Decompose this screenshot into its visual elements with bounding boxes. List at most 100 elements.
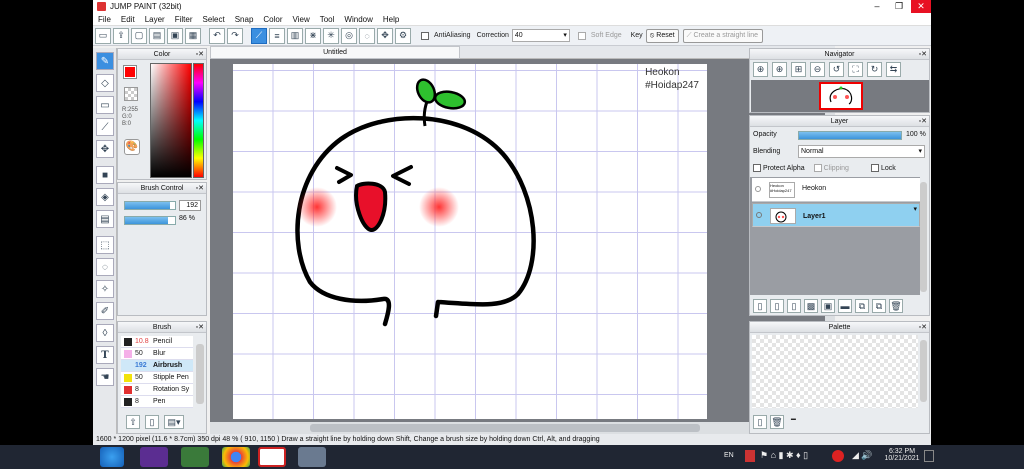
new-layer-icon[interactable]: ▯ [753,299,767,313]
notifications-icon[interactable] [924,450,934,462]
close-icon[interactable]: ▫✕ [919,322,927,333]
lasso-tool-icon[interactable]: ◌ [96,258,114,276]
canvas-horizontal-scrollbar[interactable] [210,422,825,434]
rectangle-tool-icon[interactable]: ▭ [96,96,114,114]
snap-crisscross-icon[interactable]: ▥ [287,27,303,44]
transparent-swatch[interactable] [124,87,138,101]
close-icon[interactable]: ▫✕ [196,322,204,333]
bucket-tool-icon[interactable]: ◈ [96,188,114,206]
brush-item[interactable]: 8 Pen [121,396,193,408]
text-tool-icon[interactable]: T [96,346,114,364]
tray-icons[interactable]: ⚑ ⌂ ▮ ✱ ♦ ▯ [760,450,808,461]
brush-item[interactable]: 10.8 Pencil [121,336,193,348]
duplicate-layer-icon[interactable]: ⧉ [855,299,869,313]
zoom-fit-icon[interactable]: ⊞ [791,62,806,77]
snap-circle-icon[interactable]: ◎ [341,27,357,44]
close-button[interactable]: ✕ [911,0,931,13]
select-pen-icon[interactable]: ✐ [96,302,114,320]
close-icon[interactable]: ▫✕ [196,49,204,60]
palette-swatches[interactable] [752,335,918,408]
layer-opacity-slider[interactable] [798,131,902,140]
palette-picker-icon[interactable]: 🎨 [124,139,140,155]
horizontal-scroll-thumb[interactable] [310,424,700,432]
snap-3d-icon[interactable]: ✥ [377,27,393,44]
snap-curve-icon[interactable]: ◌ [359,27,375,44]
straight-line-button[interactable]: ⟋ Create a straight line [682,28,763,43]
drawing-canvas[interactable]: Heokon #Hoidap247 [233,64,707,419]
blending-select[interactable]: Normal [798,145,925,158]
menu-edit[interactable]: Edit [116,15,140,24]
zoom-out-icon[interactable]: ⊖ [810,62,825,77]
redo-icon[interactable]: ↷ [227,27,243,44]
delete-palette-icon[interactable]: 🗑 [770,415,784,429]
image-layer-icon[interactable]: ▣ [821,299,835,313]
network-icon[interactable]: ◢ 🔊 [852,450,873,461]
app-green-icon[interactable] [181,447,209,467]
opera-icon[interactable] [832,450,844,462]
magic-wand-icon[interactable]: ✧ [96,280,114,298]
visual-studio-icon[interactable] [140,447,168,467]
brush-item[interactable]: 50 Stipple Pen [121,372,193,384]
new-tone-layer-icon[interactable]: ▯ [787,299,801,313]
layer-list-scrollbar[interactable] [920,182,927,292]
close-icon[interactable]: ▫✕ [919,49,927,60]
move-tool-icon[interactable]: ✥ [96,140,114,158]
primary-color-swatch[interactable] [123,65,137,79]
rotate-left-icon[interactable]: ↺ [829,62,844,77]
reset-button[interactable]: ⦸ Reset [645,28,679,43]
new-brush-icon[interactable]: ▯ [145,415,159,429]
protect-alpha-checkbox[interactable] [753,164,761,172]
select-rect-icon[interactable]: ⬚ [96,236,114,254]
snap-radial-icon[interactable]: ✳ [323,27,339,44]
close-icon[interactable]: ▫✕ [196,183,204,194]
language-indicator[interactable]: EN [724,452,734,459]
close-icon[interactable]: ▫✕ [919,116,927,127]
tray-app-icon[interactable] [745,450,755,462]
rotate-right-icon[interactable]: ↻ [867,62,882,77]
brush-item[interactable]: 8 Rotation Sy [121,384,193,396]
soft-edge-checkbox[interactable] [577,31,586,40]
export-icon[interactable]: ⇪ [113,27,129,44]
hand-tool-icon[interactable]: ☚ [96,368,114,386]
menu-layer[interactable]: Layer [140,15,170,24]
visibility-eye-icon[interactable] [756,212,762,218]
snap-vanishing-icon[interactable]: ⋇ [305,27,321,44]
layer-row-layer1[interactable]: Layer1 [752,203,920,227]
visibility-eye-icon[interactable] [755,186,761,192]
chrome-icon[interactable] [222,447,250,467]
undo-icon[interactable]: ↶ [209,27,225,44]
layer-row-heokon[interactable]: Heokon #Hoidap247 Heokon [752,178,920,202]
select-eraser-icon[interactable]: ◊ [96,324,114,342]
menu-file[interactable]: File [93,15,116,24]
snap-off-icon[interactable]: ⟋ [251,27,267,44]
brush-menu-icon[interactable]: ▤▾ [164,415,184,429]
menu-window[interactable]: Window [339,15,377,24]
brush-opacity-slider[interactable] [124,216,176,225]
paint-palette-icon[interactable] [298,447,326,467]
minimize-button[interactable]: – [867,0,887,13]
clipping-checkbox[interactable] [813,164,822,172]
zoom-reset-icon[interactable]: ⊕ [753,62,768,77]
saturation-value-picker[interactable] [150,63,192,178]
menu-select[interactable]: Select [197,15,229,24]
speech-bubble-icon[interactable]: ▢ [131,27,147,44]
brush-size-value[interactable]: 192 [179,200,201,211]
hue-slider[interactable] [193,63,204,178]
menu-color[interactable]: Color [258,15,287,24]
menu-help[interactable]: Help [378,15,404,24]
palette-scrollbar[interactable] [920,340,927,402]
maximize-button[interactable]: ❐ [889,0,909,13]
snap-parallel-icon[interactable]: ≡ [269,27,285,44]
navigator-viewport[interactable] [819,82,863,110]
snap-settings-icon[interactable]: ⚙ [395,27,411,44]
clock[interactable]: 6:32 PM 10/21/2021 [884,448,920,462]
flip-icon[interactable]: ⇆ [886,62,901,77]
tab-untitled[interactable]: Untitled [210,46,460,59]
start-button[interactable] [100,447,124,467]
menu-snap[interactable]: Snap [230,15,259,24]
folder-icon[interactable]: ▬ [838,299,852,313]
fit-screen-icon[interactable]: ⛶ [848,62,863,77]
add-brush-icon[interactable]: ⇧ [126,415,140,429]
grid-toggle-icon[interactable]: ▦ [185,27,201,44]
brush-list-scrollbar[interactable] [196,344,204,404]
